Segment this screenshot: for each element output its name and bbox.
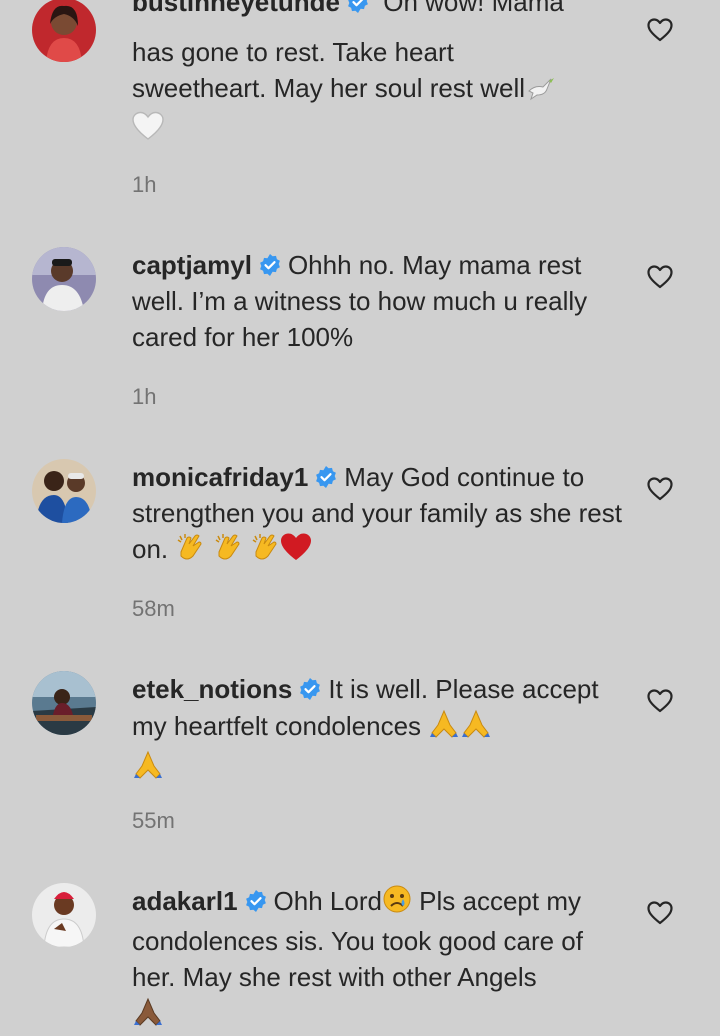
folded-hands-icon <box>428 707 460 748</box>
verified-badge-icon <box>245 890 266 912</box>
folded-hands-icon <box>132 748 164 789</box>
comment-timestamp: 58m <box>132 596 175 621</box>
comment-timestamp: 1h <box>132 172 157 197</box>
clapping-hands-icon <box>213 532 243 571</box>
avatar[interactable] <box>32 247 96 311</box>
avatar[interactable] <box>32 883 96 947</box>
white-heart-icon <box>132 111 164 150</box>
dove-icon <box>525 74 555 110</box>
clapping-hands-icon <box>175 532 205 571</box>
red-heart-icon <box>280 532 312 571</box>
avatar[interactable] <box>32 459 96 523</box>
comment-body: etek_notions It is well. Please accept my… <box>132 671 622 789</box>
comment-text-continuation: has gone to rest. Take heart sweetheart. … <box>132 34 622 150</box>
comment-username[interactable]: adakarl1 <box>132 886 238 916</box>
verified-badge-icon <box>348 0 368 13</box>
like-heart-icon[interactable] <box>647 265 673 289</box>
avatar[interactable] <box>32 671 96 735</box>
comment-text-line: has gone to rest. Take heart sweetheart. … <box>132 37 526 103</box>
comment-body: monicafriday1 May God continue to strengt… <box>132 459 622 571</box>
avatar[interactable] <box>32 0 96 62</box>
comment-username[interactable]: monicafriday1 <box>132 462 308 492</box>
like-heart-icon[interactable] <box>647 477 673 501</box>
comment-username[interactable]: bustinneyetunde <box>132 0 340 17</box>
verified-badge-icon <box>316 466 337 488</box>
like-heart-icon[interactable] <box>647 18 673 42</box>
sad-face-icon <box>382 884 412 923</box>
verified-badge-icon <box>260 254 280 276</box>
like-heart-icon[interactable] <box>647 901 673 925</box>
like-heart-icon[interactable] <box>647 689 673 713</box>
clapping-hands-icon <box>250 532 280 571</box>
folded-hands-icon <box>460 707 492 748</box>
comment-timestamp: 55m <box>132 808 175 833</box>
comment-username[interactable]: captjamyl <box>132 250 252 280</box>
folded-hands-icon <box>132 995 164 1036</box>
comment-body: adakarl1 Ohh Lord Pls accept my condolenc… <box>132 883 622 1036</box>
verified-badge-icon <box>300 678 321 700</box>
comment-text-lead: Ohh Lord <box>273 886 382 916</box>
comment-timestamp: 1h <box>132 384 157 409</box>
comment-text: Oh wow! Mama <box>376 0 564 17</box>
comment-body: captjamyl Ohhh no. May mama rest well. I’… <box>132 247 622 355</box>
comment-username[interactable]: etek_notions <box>132 674 292 704</box>
